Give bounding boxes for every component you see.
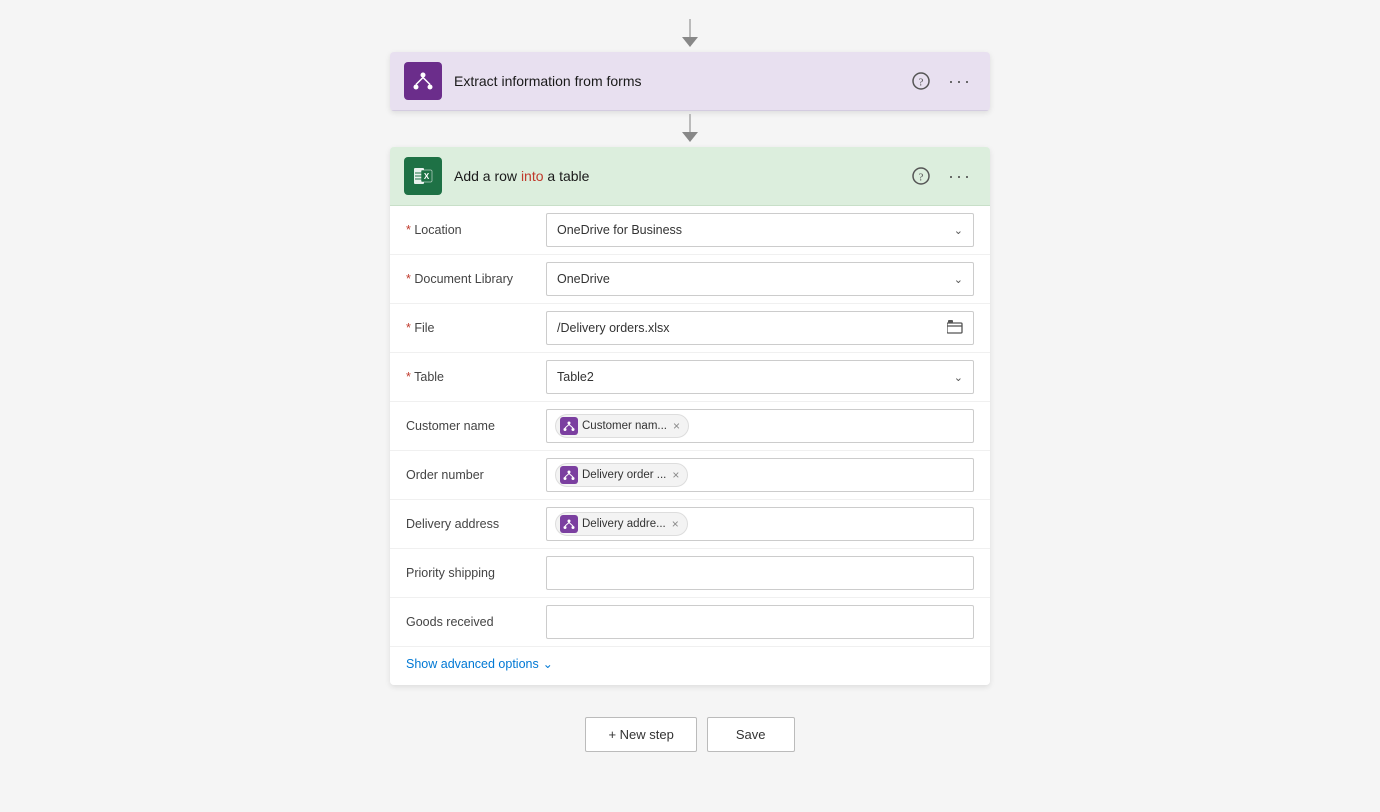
table-label: Table [406,370,546,384]
location-value: OneDrive for Business [557,223,682,237]
delivery-address-token-icon [560,515,578,533]
order-number-row: Order number [390,451,990,500]
order-number-control: Delivery order ... × [546,458,974,492]
order-number-label: Order number [406,468,546,482]
document-library-value: OneDrive [557,272,610,286]
step2-icon: X [404,157,442,195]
order-number-token-close[interactable]: × [672,468,679,482]
goods-received-label: Goods received [406,615,546,629]
table-value: Table2 [557,370,594,384]
step1-actions: ? ··· [908,69,976,94]
file-control: /Delivery orders.xlsx [546,311,974,345]
advanced-options-toggle: Show advanced options ⌄ [390,647,990,685]
page-container: Extract information from forms ? ··· [0,0,1380,812]
svg-text:?: ? [919,172,924,184]
step2-actions: ? ··· [908,164,976,189]
file-label: File [406,321,546,335]
step2-more-button[interactable]: ··· [944,164,976,189]
order-number-token-icon [560,466,578,484]
file-value: /Delivery orders.xlsx [557,321,670,335]
connector-arrow-top [682,20,698,48]
step2-title-highlight: into [521,168,544,184]
document-library-row: Document Library OneDrive ⌄ [390,255,990,304]
step2-card: X Add a row into a table ? ··· [390,147,990,685]
location-row: Location OneDrive for Business ⌄ [390,206,990,255]
priority-shipping-input[interactable] [546,556,974,590]
customer-name-control: Customer nam... × [546,409,974,443]
new-step-button[interactable]: + New step [585,717,696,752]
location-label: Location [406,223,546,237]
order-number-token-field[interactable]: Delivery order ... × [546,458,974,492]
priority-shipping-label: Priority shipping [406,566,546,580]
delivery-address-token-close[interactable]: × [672,517,679,531]
order-number-token-text: Delivery order ... [582,469,666,481]
goods-received-row: Goods received [390,598,990,647]
file-row: File /Delivery orders.xlsx [390,304,990,353]
table-control: Table2 ⌄ [546,360,974,394]
customer-name-token: Customer nam... × [555,414,689,438]
step1-title: Extract information from forms [454,73,908,89]
delivery-address-row: Delivery address [390,500,990,549]
customer-name-label: Customer name [406,419,546,433]
advanced-options-link[interactable]: Show advanced options [406,657,539,671]
customer-name-row: Customer name [390,402,990,451]
step2-body: Location OneDrive for Business ⌄ Documen… [390,206,990,685]
document-library-chevron-icon: ⌄ [954,273,963,286]
advanced-options-chevron-icon: ⌄ [543,657,553,671]
document-library-select[interactable]: OneDrive ⌄ [546,262,974,296]
customer-name-token-close[interactable]: × [673,419,680,433]
delivery-address-token-field[interactable]: Delivery addre... × [546,507,974,541]
table-chevron-icon: ⌄ [954,371,963,384]
delivery-address-token: Delivery addre... × [555,512,688,536]
file-input[interactable]: /Delivery orders.xlsx [546,311,974,345]
goods-received-control [546,605,974,639]
customer-name-token-icon [560,417,578,435]
table-row: Table Table2 ⌄ [390,353,990,402]
delivery-address-token-text: Delivery addre... [582,518,666,530]
step1-help-button[interactable]: ? [908,70,934,92]
priority-shipping-row: Priority shipping [390,549,990,598]
step1-card: Extract information from forms ? ··· [390,52,990,111]
step2-help-button[interactable]: ? [908,165,934,187]
delivery-address-control: Delivery addre... × [546,507,974,541]
step2-title: Add a row into a table [454,168,908,184]
delivery-address-label: Delivery address [406,517,546,531]
connector-arrow-middle [682,115,698,143]
step1-header: Extract information from forms ? ··· [390,52,990,111]
step1-more-button[interactable]: ··· [944,69,976,94]
location-select[interactable]: OneDrive for Business ⌄ [546,213,974,247]
save-button[interactable]: Save [707,717,795,752]
step2-header: X Add a row into a table ? ··· [390,147,990,206]
bottom-actions: + New step Save [585,717,794,752]
step1-icon [404,62,442,100]
file-browse-icon [947,320,963,337]
customer-name-token-field[interactable]: Customer nam... × [546,409,974,443]
location-control: OneDrive for Business ⌄ [546,213,974,247]
table-select[interactable]: Table2 ⌄ [546,360,974,394]
order-number-token: Delivery order ... × [555,463,688,487]
priority-shipping-control [546,556,974,590]
goods-received-input[interactable] [546,605,974,639]
svg-text:X: X [424,172,430,181]
document-library-control: OneDrive ⌄ [546,262,974,296]
location-chevron-icon: ⌄ [954,224,963,237]
svg-text:?: ? [919,77,924,89]
document-library-label: Document Library [406,272,546,286]
customer-name-token-text: Customer nam... [582,420,667,432]
